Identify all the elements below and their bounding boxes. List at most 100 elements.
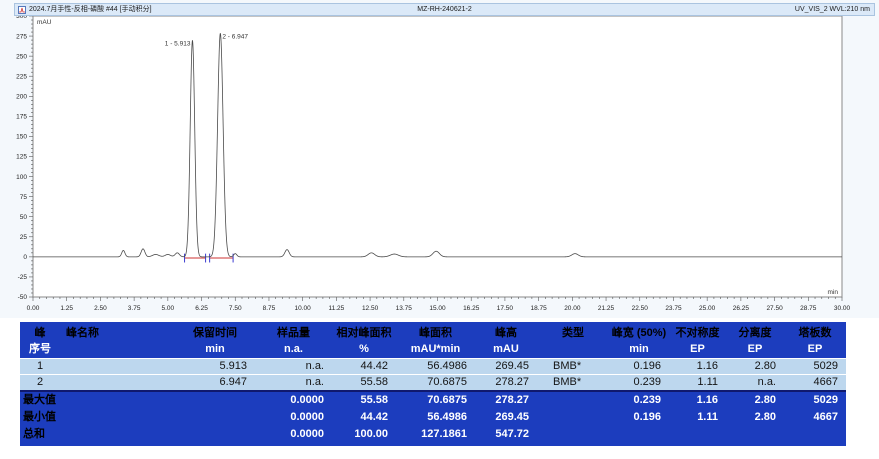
cell-no: 1: [20, 359, 60, 374]
cell-height: 278.27: [475, 375, 537, 390]
cell-area: 70.6875: [396, 375, 475, 390]
summary-row: 最小值0.000044.4256.4986269.450.1961.112.80…: [20, 409, 846, 426]
x-tick-label: 16.25: [463, 305, 480, 312]
col-header-name: 峰名称: [60, 324, 175, 342]
summary-relarea: 44.42: [332, 409, 396, 426]
cell-asym: 1.16: [669, 359, 726, 374]
summary-asym: [669, 426, 726, 443]
col-header-no: 峰: [20, 324, 60, 342]
col-unit-area: mAU*min: [396, 342, 475, 358]
summary-area: 127.1861: [396, 426, 475, 443]
summary-width50: [609, 426, 669, 443]
y-tick-label: -25: [18, 274, 28, 281]
col-unit-plates: EP: [784, 342, 846, 358]
summary-plates: 5029: [784, 392, 846, 409]
x-tick-label: 23.75: [665, 305, 682, 312]
summary-label: 最大值: [20, 392, 175, 409]
chromatogram-title: 2024.7月手性-反相-磷酸 #44 [手动积分]: [29, 4, 152, 15]
cell-rt: 5.913: [175, 359, 255, 374]
y-tick-label: 150: [16, 134, 27, 141]
col-header-res: 分离度: [726, 324, 784, 342]
summary-type: [537, 392, 609, 409]
integration-results-table: 峰峰名称保留时间样品量相对峰面积峰面积峰高类型峰宽 (50%)不对称度分离度塔板…: [20, 322, 846, 446]
summary-height: 278.27: [475, 392, 537, 409]
summary-plates: [784, 426, 846, 443]
x-axis: 0.001.252.503.755.006.257.508.7510.0011.…: [27, 297, 851, 312]
x-tick-label: 5.00: [162, 305, 175, 312]
cell-width50: 0.196: [609, 359, 669, 374]
summary-plates: 4667: [784, 409, 846, 426]
cell-name: [60, 375, 175, 390]
summary-width50: 0.239: [609, 392, 669, 409]
summary-relarea: 55.58: [332, 392, 396, 409]
col-unit-name: [60, 342, 175, 358]
cell-res: 2.80: [726, 359, 784, 374]
x-tick-label: 26.25: [733, 305, 750, 312]
summary-asym: 1.16: [669, 392, 726, 409]
x-tick-label: 27.50: [766, 305, 783, 312]
table-row-peak-1[interactable]: 15.913n.a.44.4256.4986269.45BMB*0.1961.1…: [20, 358, 846, 374]
summary-width50: 0.196: [609, 409, 669, 426]
summary-label: 总和: [20, 426, 175, 443]
cell-plates: 4667: [784, 375, 846, 390]
col-unit-asym: EP: [669, 342, 726, 358]
y-tick-label: 75: [20, 194, 28, 201]
col-header-amount: 样品量: [255, 324, 332, 342]
summary-area: 56.4986: [396, 409, 475, 426]
cell-res: n.a.: [726, 375, 784, 390]
summary-type: [537, 426, 609, 443]
cell-width50: 0.239: [609, 375, 669, 390]
y-tick-label: 275: [16, 33, 27, 40]
y-tick-label: 175: [16, 114, 27, 121]
table-row-peak-2[interactable]: 26.947n.a.55.5870.6875278.27BMB*0.2391.1…: [20, 374, 846, 390]
peak-label: 1 - 5.913: [165, 41, 191, 48]
summary-type: [537, 409, 609, 426]
table-header: 峰峰名称保留时间样品量相对峰面积峰面积峰高类型峰宽 (50%)不对称度分离度塔板…: [20, 322, 846, 358]
summary-amount: 0.0000: [255, 426, 332, 443]
y-tick-label: -50: [18, 294, 28, 301]
summary-relarea: 100.00: [332, 426, 396, 443]
y-tick-label: 50: [20, 214, 28, 221]
cell-relarea: 55.58: [332, 375, 396, 390]
cell-type: BMB*: [537, 359, 609, 374]
chromatogram-panel: -50-250255075100125150175200225250275300…: [0, 0, 879, 318]
summary-asym: 1.11: [669, 409, 726, 426]
x-tick-label: 20.00: [564, 305, 581, 312]
cell-name: [60, 359, 175, 374]
y-tick-label: 25: [20, 234, 28, 241]
x-tick-label: 21.25: [598, 305, 615, 312]
summary-res: 2.80: [726, 392, 784, 409]
summary-row: 总和0.0000100.00127.1861547.72: [20, 426, 846, 443]
x-tick-label: 13.75: [396, 305, 413, 312]
x-tick-label: 30.00: [834, 305, 851, 312]
summary-amount: 0.0000: [255, 392, 332, 409]
cell-no: 2: [20, 375, 60, 390]
y-tick-label: 125: [16, 154, 27, 161]
y-tick-label: 100: [16, 174, 27, 181]
cell-plates: 5029: [784, 359, 846, 374]
y-tick-label: 200: [16, 93, 27, 100]
summary-rt: [175, 426, 255, 443]
cell-asym: 1.11: [669, 375, 726, 390]
col-unit-rt: min: [175, 342, 255, 358]
cell-type: BMB*: [537, 375, 609, 390]
col-header-width50: 峰宽 (50%): [609, 324, 669, 342]
x-tick-label: 2.50: [94, 305, 107, 312]
x-tick-label: 17.50: [497, 305, 514, 312]
col-header-relarea: 相对峰面积: [332, 324, 396, 342]
y-tick-label: 225: [16, 73, 27, 80]
x-tick-label: 0.00: [27, 305, 40, 312]
summary-area: 70.6875: [396, 392, 475, 409]
x-tick-label: 1.25: [60, 305, 73, 312]
y-axis: -50-250255075100125150175200225250275300: [16, 13, 33, 301]
chromatogram-plot[interactable]: -50-250255075100125150175200225250275300…: [0, 0, 879, 318]
col-unit-res: EP: [726, 342, 784, 358]
x-tick-label: 22.50: [632, 305, 649, 312]
x-tick-label: 15.00: [429, 305, 446, 312]
col-header-rt: 保留时间: [175, 324, 255, 342]
x-tick-label: 3.75: [128, 305, 141, 312]
chromatogram-signal-icon: [18, 6, 26, 14]
cell-area: 56.4986: [396, 359, 475, 374]
col-unit-type: [537, 342, 609, 358]
col-unit-width50: min: [609, 342, 669, 358]
